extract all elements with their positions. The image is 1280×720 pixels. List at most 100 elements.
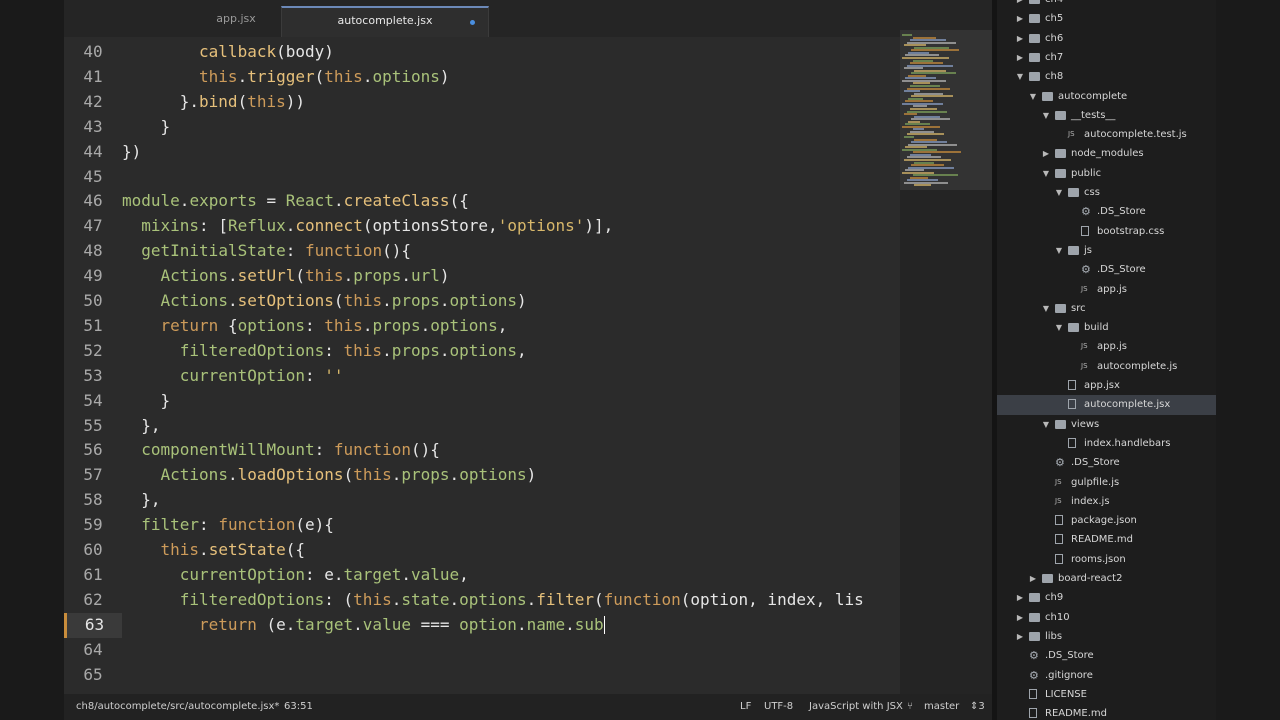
code-line[interactable]: 45 bbox=[64, 165, 900, 190]
tree-item[interactable]: JS autocomplete.js bbox=[997, 357, 1216, 376]
tree-item[interactable]: JS index.js bbox=[997, 492, 1216, 511]
code-line[interactable]: 58}, bbox=[64, 488, 900, 513]
disclosure-right-icon[interactable]: ▶ bbox=[1015, 627, 1025, 646]
tree-item[interactable]: README.md bbox=[997, 704, 1216, 720]
disclosure-down-icon[interactable]: ▼ bbox=[1041, 415, 1051, 434]
tree-item[interactable]: ▼ js bbox=[997, 241, 1216, 260]
code-line[interactable]: 47 mixins: [Reflux.connect(optionsStore,'… bbox=[64, 214, 900, 239]
code-line[interactable]: 63 return (e.target.value === option.name… bbox=[64, 612, 900, 638]
tree-item[interactable]: JS app.js bbox=[997, 280, 1216, 299]
tree-item[interactable]: ▼ css bbox=[997, 183, 1216, 202]
code-line[interactable]: 43} bbox=[64, 115, 900, 140]
tree-item[interactable]: bootstrap.css bbox=[997, 222, 1216, 241]
disclosure-down-icon[interactable]: ▼ bbox=[1054, 241, 1064, 260]
code-line[interactable]: 41 this.trigger(this.options) bbox=[64, 65, 900, 90]
code-line[interactable]: 60 this.setState({ bbox=[64, 538, 900, 563]
tree-item-label: .DS_Store bbox=[1045, 650, 1094, 662]
code-line[interactable]: 46 module.exports = React.createClass({ bbox=[64, 189, 900, 214]
code-line[interactable]: 61 currentOption: e.target.value, bbox=[64, 563, 900, 588]
tree-item[interactable]: ▶ ch9 bbox=[997, 588, 1216, 607]
tree-item[interactable]: ▶ ch4 bbox=[997, 0, 1216, 9]
tree-item[interactable]: rooms.json bbox=[997, 550, 1216, 569]
disclosure-down-icon[interactable]: ▼ bbox=[1041, 106, 1051, 125]
gear-icon: ⚙ bbox=[1055, 456, 1065, 470]
code-line[interactable]: 56 componentWillMount: function(){ bbox=[64, 438, 900, 463]
code-text: } bbox=[160, 116, 171, 136]
tree-item[interactable]: package.json bbox=[997, 511, 1216, 530]
tree-item[interactable]: ▶ board-react2 bbox=[997, 569, 1216, 588]
code-line[interactable]: 54} bbox=[64, 389, 900, 414]
folder-icon bbox=[1029, 72, 1040, 82]
disclosure-right-icon[interactable]: ▶ bbox=[1041, 144, 1051, 163]
code-line[interactable]: 52 filteredOptions: this.props.options, bbox=[64, 339, 900, 364]
code-line[interactable]: 49 Actions.setUrl(this.props.url) bbox=[64, 264, 900, 289]
tree-item[interactable]: ▼ autocomplete bbox=[997, 87, 1216, 106]
modified-dot-icon[interactable] bbox=[470, 20, 475, 25]
tree-item[interactable]: ▶ ch7 bbox=[997, 48, 1216, 67]
code-line[interactable]: 65 bbox=[64, 663, 900, 688]
disclosure-right-icon[interactable]: ▶ bbox=[1015, 0, 1025, 9]
status-cursor-position[interactable]: 63:51 bbox=[284, 694, 313, 720]
status-branch-count[interactable]: ⇕ 3 bbox=[970, 694, 985, 720]
disclosure-right-icon[interactable]: ▶ bbox=[1015, 588, 1025, 607]
tree-item[interactable]: ▶ ch5 bbox=[997, 9, 1216, 28]
code-line[interactable]: 55}, bbox=[64, 414, 900, 439]
tree-item[interactable]: ▼ src bbox=[997, 299, 1216, 318]
tab-autocomplete-jsx[interactable]: autocomplete.jsx bbox=[281, 6, 489, 37]
minimap[interactable] bbox=[900, 30, 992, 694]
disclosure-down-icon[interactable]: ▼ bbox=[1028, 87, 1038, 106]
tree-item[interactable]: ▶ node_modules bbox=[997, 144, 1216, 163]
disclosure-right-icon[interactable]: ▶ bbox=[1015, 29, 1025, 48]
disclosure-right-icon[interactable]: ▶ bbox=[1015, 48, 1025, 67]
tree-item[interactable]: ▶ libs bbox=[997, 627, 1216, 646]
code-line[interactable]: 64 bbox=[64, 638, 900, 663]
tree-item[interactable]: ⚙ .DS_Store bbox=[997, 260, 1216, 279]
disclosure-down-icon[interactable]: ▼ bbox=[1041, 164, 1051, 183]
line-number: 63 bbox=[64, 612, 122, 638]
tree-item[interactable]: README.md bbox=[997, 530, 1216, 549]
code-text: filteredOptions: (this.state.options.fil… bbox=[179, 589, 864, 609]
status-encoding[interactable]: UTF-8 bbox=[764, 694, 793, 720]
disclosure-down-icon[interactable]: ▼ bbox=[1015, 67, 1025, 86]
tree-item[interactable]: ⚙ .gitignore bbox=[997, 666, 1216, 685]
status-git-branch[interactable]: master bbox=[924, 694, 959, 720]
tree-item[interactable]: ▶ ch6 bbox=[997, 29, 1216, 48]
tree-item[interactable]: ⚙ .DS_Store bbox=[997, 202, 1216, 221]
code-editor[interactable]: 40 callback(body) 41 this.trigger(this.opti… bbox=[64, 37, 900, 694]
disclosure-right-icon[interactable]: ▶ bbox=[1015, 608, 1025, 627]
disclosure-down-icon[interactable]: ▼ bbox=[1041, 299, 1051, 318]
tree-item[interactable]: JS app.js bbox=[997, 337, 1216, 356]
tree-item[interactable]: ▼ public bbox=[997, 164, 1216, 183]
code-line[interactable]: 57 Actions.loadOptions(this.props.options… bbox=[64, 463, 900, 488]
code-line[interactable]: 50 Actions.setOptions(this.props.options) bbox=[64, 289, 900, 314]
disclosure-down-icon[interactable]: ▼ bbox=[1054, 183, 1064, 202]
tree-item[interactable]: ▼ views bbox=[997, 415, 1216, 434]
tree-item[interactable]: app.jsx bbox=[997, 376, 1216, 395]
status-file-path[interactable]: ch8/autocomplete/src/autocomplete.jsx* bbox=[76, 694, 279, 720]
status-line-ending[interactable]: LF bbox=[740, 694, 751, 720]
code-line[interactable]: 51 return {options: this.props.options, bbox=[64, 314, 900, 339]
tree-item[interactable]: JS autocomplete.test.js bbox=[997, 125, 1216, 144]
code-line[interactable]: 40 callback(body) bbox=[64, 40, 900, 65]
tree-item[interactable]: ⚙ .DS_Store bbox=[997, 646, 1216, 665]
tree-item[interactable]: LICENSE bbox=[997, 685, 1216, 704]
tree-item[interactable]: ▶ ch10 bbox=[997, 608, 1216, 627]
tree-item[interactable]: ⚙ .DS_Store bbox=[997, 453, 1216, 472]
tree-item[interactable]: autocomplete.jsx bbox=[997, 395, 1216, 415]
code-line[interactable]: 44}) bbox=[64, 140, 900, 165]
code-line[interactable]: 42}.bind(this)) bbox=[64, 90, 900, 115]
tree-item[interactable]: ▼ build bbox=[997, 318, 1216, 337]
tree-item[interactable]: JS gulpfile.js bbox=[997, 473, 1216, 492]
tree-item[interactable]: index.handlebars bbox=[997, 434, 1216, 453]
disclosure-right-icon[interactable]: ▶ bbox=[1015, 9, 1025, 28]
code-line[interactable]: 59 filter: function(e){ bbox=[64, 513, 900, 538]
tree-item[interactable]: ▼ __tests__ bbox=[997, 106, 1216, 125]
code-line[interactable]: 62 filteredOptions: (this.state.options.f… bbox=[64, 588, 900, 613]
disclosure-right-icon[interactable]: ▶ bbox=[1028, 569, 1038, 588]
tree-item-label: public bbox=[1071, 167, 1102, 179]
status-syntax[interactable]: JavaScript with JSX bbox=[809, 694, 903, 720]
disclosure-down-icon[interactable]: ▼ bbox=[1054, 318, 1064, 337]
code-line[interactable]: 53 currentOption: '' bbox=[64, 364, 900, 389]
code-line[interactable]: 48 getInitialState: function(){ bbox=[64, 239, 900, 264]
tree-item[interactable]: ▼ ch8 bbox=[997, 67, 1216, 86]
